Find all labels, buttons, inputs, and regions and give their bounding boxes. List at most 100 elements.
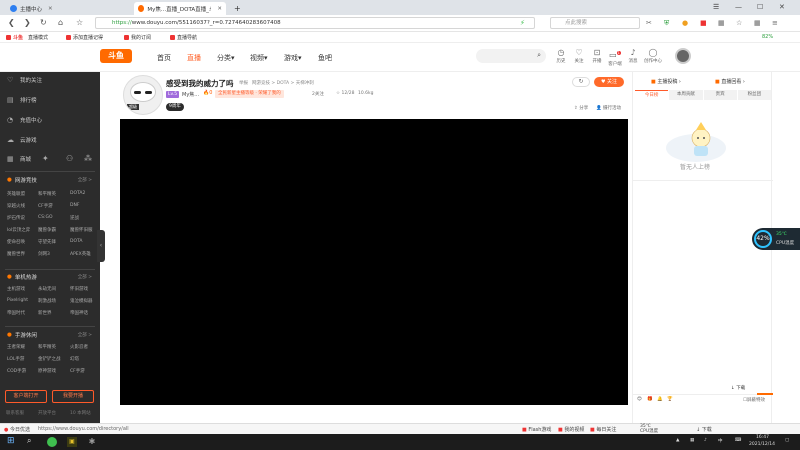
download-link[interactable]: ↓ 下载: [731, 385, 745, 391]
section-more-link[interactable]: 全部 >: [78, 177, 92, 183]
sidebar-item-recharge[interactable]: ◔ 充值中心: [7, 116, 42, 124]
tray-icon[interactable]: ▲: [676, 438, 679, 443]
avatar[interactable]: [675, 48, 691, 64]
home-icon[interactable]: ⌂: [58, 18, 63, 27]
more-icon[interactable]: ⁂: [84, 154, 92, 163]
bookmark-item[interactable]: 直播导航: [170, 34, 197, 41]
section-more-link[interactable]: 全部 >: [78, 332, 92, 338]
nav-live[interactable]: 直播: [187, 53, 201, 63]
bookmark-logo[interactable]: 斗鱼: [6, 34, 23, 41]
sidebar-section-title[interactable]: ● 网游竞技: [7, 176, 37, 184]
clock-date[interactable]: 2021/12/14: [749, 442, 775, 447]
site-logo[interactable]: 斗鱼: [100, 49, 132, 63]
sidebar-game-link[interactable]: LOL手游: [7, 356, 24, 362]
sidebar-game-link[interactable]: CF手游: [38, 203, 53, 209]
follow-button[interactable]: ♥ 关注: [594, 77, 624, 87]
url-input[interactable]: https://www.douyu.com/55116037?_r=0.7274…: [95, 17, 535, 29]
star-icon[interactable]: ☆: [736, 19, 742, 27]
menu-icon[interactable]: ☰: [713, 3, 719, 11]
header-client[interactable]: ▭1 客户端: [606, 48, 624, 67]
sidebar-game-link[interactable]: 魔兽争霸: [38, 227, 56, 233]
status-daily[interactable]: ■ 每日关注: [590, 426, 616, 433]
bolt-icon[interactable]: ⚡: [520, 19, 525, 27]
share-button[interactable]: ⇪ 分享: [574, 105, 588, 111]
activity-button[interactable]: 👤 摄行活动: [596, 105, 621, 111]
tab-today[interactable]: 今日榜: [635, 90, 669, 100]
zoom-badge[interactable]: 82%: [762, 34, 773, 40]
clock-time[interactable]: 16:47: [756, 435, 769, 440]
tab-vip[interactable]: 贵宾: [703, 90, 737, 100]
sidebar-game-link[interactable]: CS:GO: [38, 215, 53, 220]
extension-icon[interactable]: ■: [700, 19, 707, 27]
menu-icon[interactable]: ≡: [772, 19, 778, 27]
sidebar-game-link[interactable]: DNF: [70, 203, 79, 208]
network-icon[interactable]: ▦: [690, 438, 694, 443]
sidebar-collapse-handle[interactable]: ‹: [97, 230, 105, 262]
anniversary-badge[interactable]: 9周年: [166, 103, 184, 111]
sidebar-game-link[interactable]: 和平精英: [38, 191, 56, 197]
sidebar-game-link[interactable]: 原神游戏: [38, 368, 56, 374]
sidebar-game-link[interactable]: 魔兽世界: [7, 251, 25, 257]
section-more-link[interactable]: 全部 >: [78, 274, 92, 280]
refresh-icon[interactable]: ↻: [572, 77, 590, 87]
nav-game[interactable]: 游戏▾: [284, 53, 302, 63]
sidebar-game-link[interactable]: lol云顶之弈: [7, 227, 30, 233]
footer-link[interactable]: 联系客服: [6, 410, 24, 416]
sidebar-game-link[interactable]: 金铲铲之战: [38, 356, 61, 362]
sidebar-game-link[interactable]: Pixelright: [7, 298, 28, 303]
sidebar-game-link[interactable]: 王者荣耀: [7, 344, 25, 350]
sidebar-game-link[interactable]: 火影忍者: [70, 344, 88, 350]
sidebar-game-link[interactable]: CF手游: [70, 368, 85, 374]
nav-category[interactable]: 分类▾: [217, 53, 235, 63]
sidebar-game-link[interactable]: 剑网3: [38, 251, 50, 257]
status-cpu[interactable]: 35℃ CPU温度: [640, 424, 658, 434]
sidebar-item-cloudgame[interactable]: ☁ 云游戏: [7, 136, 37, 144]
sidebar-game-link[interactable]: 主机游戏: [7, 286, 25, 292]
sidebar-game-link[interactable]: COD手游: [7, 368, 26, 374]
browser-tab-2[interactable]: My焦...直播_DOTA直播_斗鱼... ✕: [134, 2, 226, 15]
forward-icon[interactable]: ❯: [24, 18, 31, 27]
sidebar-item-ranking[interactable]: ▤ 排行榜: [7, 96, 37, 104]
extension-icon[interactable]: ●: [682, 19, 688, 27]
client-open-button[interactable]: 客户端打开: [5, 390, 47, 403]
sidebar-game-link[interactable]: 鬼泣模拟器: [70, 298, 93, 304]
chat-input[interactable]: [635, 407, 771, 417]
sidebar-game-link[interactable]: 帝国时代: [7, 310, 25, 316]
sidebar-item-shop[interactable]: ▦ 商城: [7, 155, 31, 163]
game-icon[interactable]: ⚇: [66, 154, 73, 163]
nav-video[interactable]: 视频▾: [250, 53, 268, 63]
star-icon[interactable]: ☆: [76, 18, 83, 27]
refresh-icon[interactable]: ↻: [40, 18, 47, 27]
header-history[interactable]: ◷ 历史: [552, 48, 570, 64]
header-creator[interactable]: ◯ 创作中心: [644, 48, 662, 64]
nav-fishbar[interactable]: 鱼吧: [318, 53, 332, 63]
browser-app-icon[interactable]: [47, 437, 57, 447]
sidebar-game-link[interactable]: 使命召唤: [7, 239, 25, 245]
grid-icon[interactable]: ▦: [718, 19, 725, 27]
sidebar-section-title[interactable]: ● 手游休闲: [7, 331, 37, 339]
status-flash[interactable]: ■ Flash游戏: [522, 426, 551, 433]
anchor-avatar[interactable]: 超级: [123, 75, 163, 115]
status-video[interactable]: ■ 我的视频: [558, 426, 584, 433]
sidebar-game-link[interactable]: 新世界: [38, 310, 52, 316]
nav-home[interactable]: 首页: [157, 53, 171, 63]
sidebar-game-link[interactable]: 逆战: [70, 215, 79, 221]
browser-search-input[interactable]: 点此搜索: [550, 17, 640, 29]
header-broadcast[interactable]: ⊡ 开播: [588, 48, 606, 64]
cpu-widget[interactable]: 42% 35℃ CPU温度: [752, 228, 800, 250]
scissors-icon[interactable]: ✂: [646, 19, 652, 27]
sidebar-game-link[interactable]: 幻塔: [70, 356, 79, 362]
sidebar-game-link[interactable]: 守望先锋: [38, 239, 56, 245]
keyboard-icon[interactable]: ⌨: [735, 438, 742, 443]
report-link[interactable]: 举报: [239, 80, 248, 86]
site-search-input[interactable]: ⌕: [476, 49, 546, 63]
video-player[interactable]: [120, 119, 628, 405]
gift-icon[interactable]: ✦: [42, 154, 49, 163]
emoji-icon[interactable]: 😊: [637, 397, 642, 402]
sidebar-game-link[interactable]: 魔兽怀旧服: [70, 227, 93, 233]
sidebar-game-link[interactable]: 炉石传说: [7, 215, 25, 221]
maximize-icon[interactable]: ☐: [757, 3, 763, 11]
sidebar-section-title[interactable]: ● 单机热游: [7, 273, 37, 281]
windows-start-icon[interactable]: ⊞: [7, 436, 15, 446]
anchor-name[interactable]: My焦...: [182, 91, 199, 98]
